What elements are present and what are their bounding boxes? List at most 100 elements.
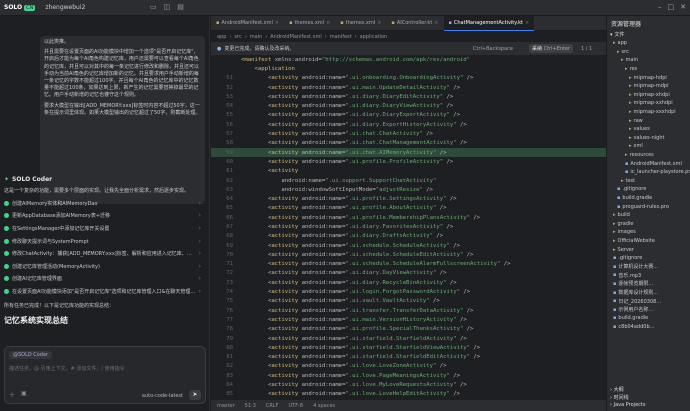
tree-file[interactable]: ▪ 计算机设计大赛...	[607, 262, 690, 271]
tree-folder[interactable]: ▸ values	[607, 125, 690, 134]
tree-folder[interactable]: ▸ xml	[607, 142, 690, 151]
split-icon[interactable]: ◫	[164, 3, 171, 11]
code-line[interactable]: 60 <activity android:name=".ui.profile.P…	[211, 157, 606, 166]
tree-folder[interactable]: ▸ images	[607, 228, 690, 237]
tree-file[interactable]: ▪ .gitignore	[607, 185, 690, 194]
code-line[interactable]: 61 <activity	[211, 167, 606, 176]
tab-close-icon[interactable]: ×	[434, 20, 438, 26]
tree-folder[interactable]: ▸ resources	[607, 151, 690, 160]
code-line[interactable]: 58 <activity android:name=".ui.chat.Chat…	[211, 139, 606, 148]
code-line[interactable]: 83 <activity android:name=".ui.love.Page…	[211, 371, 606, 380]
attach-icon[interactable]: ＋	[9, 390, 15, 399]
tree-file[interactable]: ▪ proguard-rules.pro	[607, 202, 690, 211]
code-line[interactable]: 65 <activity android:name=".ui.profile.A…	[211, 204, 606, 213]
tree-folder[interactable]: ▸ gradle	[607, 219, 690, 228]
tree-file[interactable]: ▪ 数据库设计规则...	[607, 288, 690, 297]
tree-folder[interactable]: ▸ OfficialWebsite	[607, 237, 690, 246]
breadcrumb-item[interactable]: app	[217, 34, 226, 40]
tree-folder[interactable]: ▸ res	[607, 65, 690, 74]
workspace-name[interactable]: zhengwebui2	[45, 4, 85, 11]
editor-tab[interactable]: ▪ AIController.kt ×	[386, 16, 443, 31]
tree-file[interactable]: ▪ AndroidManifest.xml	[607, 159, 690, 168]
tab-close-icon[interactable]: ×	[525, 20, 529, 26]
reject-shortcut[interactable]: Ctrl+Backspace	[473, 46, 513, 52]
code-line[interactable]: 63 android:windowSoftInputMode="adjustRe…	[211, 185, 606, 194]
task-item[interactable]: 更新AppDatabase添加AIMemory表+迁移 ›	[4, 210, 204, 223]
code-line[interactable]: 56 <activity android:name=".ui.diary.Exp…	[211, 120, 606, 129]
code-line[interactable]: 59 <activity android:name=".ui.chat.AIMe…	[211, 147, 606, 158]
java-projects-section[interactable]: › Java Projects	[610, 402, 690, 410]
code-line[interactable]: 69 <activity android:name=".ui.schedule.…	[211, 241, 606, 250]
code-line[interactable]: 81 <activity android:name=".ui.starfield…	[211, 353, 606, 362]
tree-file[interactable]: ▪ 音乐.mp3	[607, 271, 690, 280]
tree-folder[interactable]: ▸ build	[607, 211, 690, 220]
code-line[interactable]: 75 <activity android:name=".ui.vault.Vau…	[211, 297, 606, 306]
code-line[interactable]: 66 <activity android:name=".ui.profile.M…	[211, 213, 606, 222]
tree-file[interactable]: ▪ 逐帧预览期限...	[607, 280, 690, 289]
breadcrumb-item[interactable]: main	[250, 34, 263, 40]
code-line[interactable]: 73 <activity android:name=".ui.diary.Rec…	[211, 278, 606, 287]
code-line[interactable]: 72 <activity android:name=".ui.diary.Day…	[211, 269, 606, 278]
status-item[interactable]: 51:3	[245, 403, 256, 409]
tree-folder[interactable]: ▸ main	[607, 56, 690, 65]
code-editor[interactable]: <manifest xmlns:android="http://schemas.…	[211, 55, 606, 400]
tree-folder[interactable]: ▸ mipmap-xhdpi	[607, 91, 690, 100]
code-line[interactable]: 78 <activity android:name=".ui.profile.S…	[211, 325, 606, 334]
code-line[interactable]: <manifest xmlns:android="http://schemas.…	[211, 55, 606, 64]
code-line[interactable]: 85 <activity android:name=".ui.love.Love…	[211, 390, 606, 399]
tree-folder[interactable]: ▸ mipmap-mdpi	[607, 82, 690, 91]
tree-file[interactable]: ▪ ic_launcher-playstore.png	[607, 168, 690, 177]
tree-folder[interactable]: ▸ src	[607, 48, 690, 57]
tree-file[interactable]: ▪ build.gradle	[607, 194, 690, 203]
code-line[interactable]: 52 <activity android:name=".ui.main.Upda…	[211, 83, 606, 92]
layout-icon[interactable]: ▤	[177, 3, 184, 11]
model-select[interactable]: auto-code-latest	[142, 393, 183, 399]
status-item[interactable]: UTF-8	[289, 403, 304, 409]
code-line[interactable]: 51 <activity android:name=".ui.onboardin…	[211, 74, 606, 83]
code-line[interactable]: 54 <activity android:name=".ui.diary.Dia…	[211, 101, 606, 110]
task-item[interactable]: 创建记忆库管理活动(MemoryActivity) ›	[4, 260, 204, 273]
tree-folder[interactable]: ▸ mipmap-xxhdpi	[607, 99, 690, 108]
tree-file[interactable]: ▪ build.gradle	[607, 314, 690, 323]
code-line[interactable]: 77 <activity android:name=".ui.main.Vers…	[211, 315, 606, 324]
code-line[interactable]: 62 android:name=".ui.support.SupportChat…	[211, 176, 606, 185]
code-line[interactable]: 79 <activity android:name=".ui.starfield…	[211, 334, 606, 343]
tree-file[interactable]: ▪ 示例用户名称...	[607, 305, 690, 314]
tree-folder[interactable]: ▸ mipmap-hdpi	[607, 73, 690, 82]
code-line[interactable]: 67 <activity android:name=".ui.diary.Fav…	[211, 222, 606, 231]
tree-folder[interactable]: ▸ app	[607, 39, 690, 48]
tree-folder[interactable]: ▸ values-night	[607, 134, 690, 143]
files-section[interactable]: ▾ 文件	[607, 30, 690, 39]
breadcrumb-item[interactable]: manifest	[330, 34, 352, 40]
status-item[interactable]: master	[217, 403, 235, 409]
editor-tab[interactable]: ▪ themes.xml ×	[284, 16, 335, 31]
editor-tab[interactable]: ▪ themes.xml ×	[335, 16, 386, 31]
task-item[interactable]: 修改聊天提示词与SystemPrompt ›	[4, 235, 204, 248]
code-line[interactable]: 55 <activity android:name=".ui.diary.Dia…	[211, 111, 606, 120]
agent-mention[interactable]: @SOLO Coder	[9, 351, 53, 359]
tree-file[interactable]: ▪ .gitignore	[607, 254, 690, 263]
accept-button[interactable]: 采纳 Ctrl+Enter	[529, 44, 574, 53]
tab-close-icon[interactable]: ×	[326, 20, 330, 26]
code-line[interactable]: 68 <activity android:name=".ui.diary.Dra…	[211, 232, 606, 241]
code-line[interactable]: 64 <activity android:name=".ui.profile.S…	[211, 194, 606, 203]
task-item[interactable]: 修改ChatActivity：捕获[ADD_MEMORY:xxx]标签、解析和应…	[4, 247, 204, 260]
close-icon[interactable]: ✕	[680, 3, 686, 11]
tree-folder[interactable]: ▸ Server	[607, 245, 690, 254]
code-line[interactable]: 71 <activity android:name=".ui.schedule.…	[211, 260, 606, 269]
tab-close-icon[interactable]: ×	[275, 20, 279, 26]
code-line[interactable]: 70 <activity android:name=".ui.schedule.…	[211, 250, 606, 259]
timeline-section[interactable]: › 时间线	[610, 394, 690, 402]
image-icon[interactable]: ▣	[21, 390, 27, 399]
breadcrumb-item[interactable]: src	[234, 34, 241, 40]
status-item[interactable]: CRLF	[266, 403, 279, 409]
send-button[interactable]: ➤	[189, 390, 201, 400]
code-line[interactable]: 84 <activity android:name=".ui.love.MyLo…	[211, 380, 606, 389]
breadcrumb-item[interactable]: application	[360, 34, 388, 40]
tree-file[interactable]: ▪ c8b04add0b...	[607, 323, 690, 332]
tree-folder[interactable]: ▸ raw	[607, 116, 690, 125]
tab-close-icon[interactable]: ×	[377, 20, 381, 26]
task-item[interactable]: 在设置页面AI功能模块添加"是否开启记忆库"选项和记忆库管理入口&在聊天管理页面…	[4, 285, 204, 298]
code-line[interactable]: 80 <activity android:name=".ui.starfield…	[211, 343, 606, 352]
code-line[interactable]: 82 <activity android:name=".ui.love.Love…	[211, 362, 606, 371]
